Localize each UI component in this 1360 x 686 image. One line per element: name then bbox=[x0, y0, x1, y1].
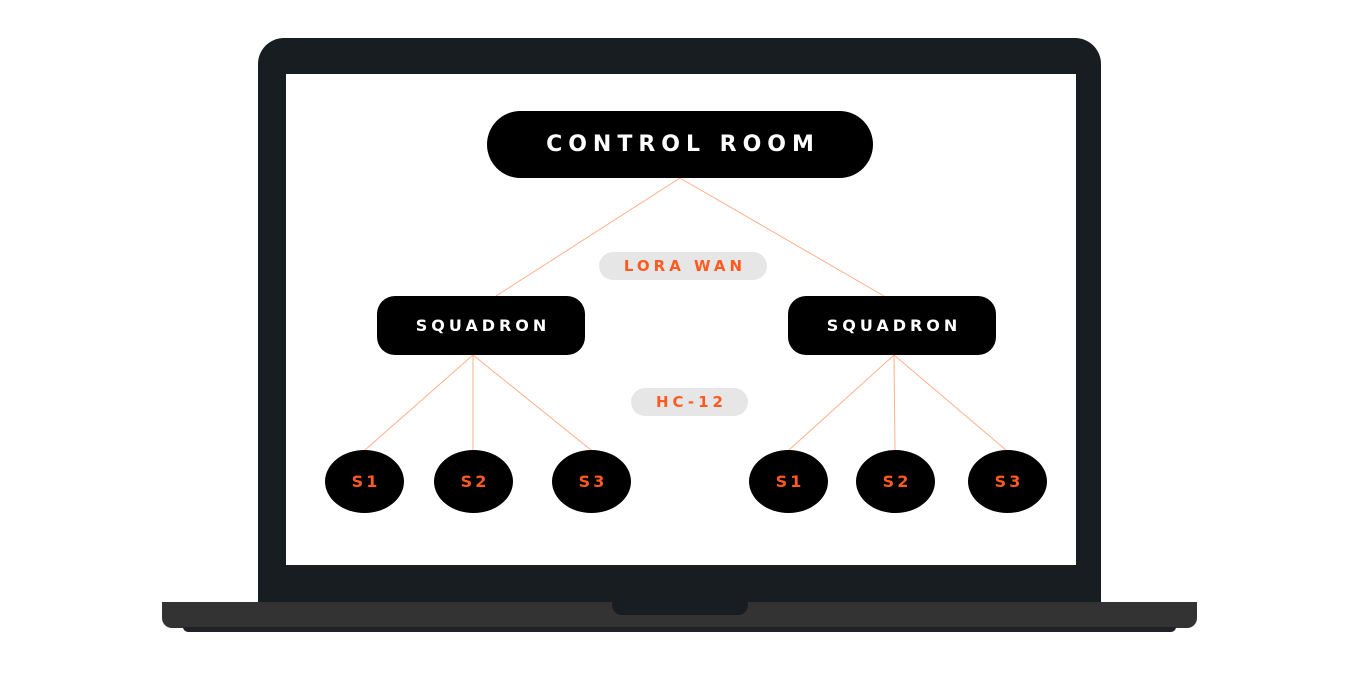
connector-squadron-2-s3 bbox=[893, 354, 1007, 451]
squadron-node-1: SQUADRON bbox=[377, 296, 585, 355]
laptop-notch bbox=[612, 602, 748, 615]
laptop-base-foot bbox=[183, 627, 1176, 632]
lora-wan-label: LORA WAN bbox=[599, 252, 767, 280]
squadron-node-2: SQUADRON bbox=[788, 296, 996, 355]
sensor-node-squadron-2-s1: S1 bbox=[749, 450, 828, 513]
sensor-node-squadron-2-s3: S3 bbox=[968, 450, 1047, 513]
control-room-node: CONTROL ROOM bbox=[487, 111, 873, 178]
sensor-node-squadron-1-s3: S3 bbox=[552, 450, 631, 513]
connector-squadron-1-s1 bbox=[364, 354, 474, 451]
sensor-node-squadron-1-s2: S2 bbox=[434, 450, 513, 513]
sensor-node-squadron-1-s1: S1 bbox=[325, 450, 404, 513]
hc12-label: HC-12 bbox=[631, 388, 748, 416]
laptop-screen: CONTROL ROOM LORA WAN HC-12 SQUADRON SQU… bbox=[286, 74, 1076, 565]
connector-squadron-2-s1 bbox=[788, 354, 895, 451]
sensor-node-squadron-2-s2: S2 bbox=[856, 450, 935, 513]
connector-squadron-2-s2 bbox=[893, 354, 896, 451]
connector-squadron-1-s3 bbox=[472, 354, 592, 451]
